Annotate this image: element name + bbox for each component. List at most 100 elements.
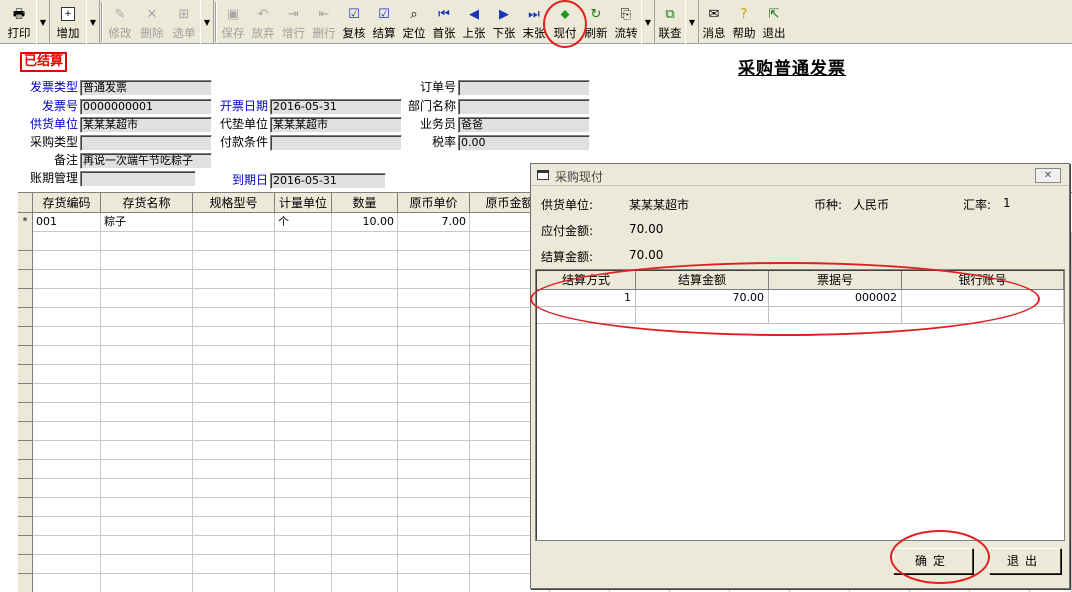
due-date-field[interactable]: 2016-05-31	[270, 173, 386, 189]
grid-cell[interactable]	[193, 422, 275, 441]
grid-cell[interactable]	[275, 346, 332, 365]
grid-cell[interactable]	[193, 574, 275, 592]
grid-cell[interactable]	[193, 460, 275, 479]
cell-bill-no[interactable]: 000002	[769, 290, 902, 307]
grid-cell[interactable]	[332, 346, 398, 365]
col-header-method[interactable]: 结算方式	[537, 271, 636, 290]
grid-cell[interactable]	[398, 460, 470, 479]
grid-cell[interactable]	[275, 327, 332, 346]
grid-cell[interactable]	[101, 308, 193, 327]
grid-cell[interactable]	[332, 327, 398, 346]
delete-row-button[interactable]: ⇤ 删行	[309, 0, 339, 44]
grid-cell[interactable]	[398, 441, 470, 460]
grid-cell[interactable]	[398, 232, 470, 251]
exit-button[interactable]: ⇱ 退出	[759, 0, 789, 44]
row-marker[interactable]	[18, 555, 33, 574]
review-button[interactable]: ☑ 复核	[339, 0, 369, 44]
settle-button[interactable]: ☑ 结算	[369, 0, 399, 44]
grid-cell[interactable]	[101, 384, 193, 403]
grid-cell[interactable]	[101, 498, 193, 517]
salesman-field[interactable]: 爸爸	[458, 117, 590, 133]
grid-cell[interactable]	[101, 574, 193, 592]
grid-cell[interactable]	[33, 517, 101, 536]
grid-cell[interactable]	[33, 479, 101, 498]
print-dropdown[interactable]: ▼	[36, 0, 50, 44]
next-button[interactable]: ▶ 下张	[489, 0, 519, 44]
edit-button[interactable]: ✎ 修改	[104, 0, 136, 44]
grid-cell[interactable]	[101, 365, 193, 384]
grid-cell[interactable]	[398, 289, 470, 308]
cell-code[interactable]: 001	[33, 213, 101, 232]
grid-cell[interactable]	[101, 536, 193, 555]
grid-cell[interactable]	[275, 270, 332, 289]
grid-cell[interactable]	[275, 460, 332, 479]
row-marker[interactable]	[18, 365, 33, 384]
message-button[interactable]: ✉ 消息	[699, 0, 729, 44]
invoice-type-field[interactable]: 普通发票	[80, 80, 212, 96]
grid-cell[interactable]	[398, 384, 470, 403]
row-marker[interactable]	[18, 308, 33, 327]
col-header-price[interactable]: 原币单价	[398, 193, 470, 213]
grid-cell[interactable]	[275, 289, 332, 308]
locate-button[interactable]: ⌕ 定位	[399, 0, 429, 44]
grid-cell[interactable]	[101, 479, 193, 498]
remark-field[interactable]: 再说一次端午节吃粽子	[80, 153, 212, 169]
grid-cell[interactable]	[33, 327, 101, 346]
grid-cell[interactable]	[332, 270, 398, 289]
grid-cell[interactable]	[33, 403, 101, 422]
grid-cell[interactable]	[275, 251, 332, 270]
col-header-name[interactable]: 存货名称	[101, 193, 193, 213]
grid-cell[interactable]	[193, 555, 275, 574]
grid-cell[interactable]	[101, 555, 193, 574]
row-marker[interactable]	[18, 441, 33, 460]
cell-method-empty[interactable]	[537, 307, 636, 324]
grid-cell[interactable]	[193, 308, 275, 327]
grid-cell[interactable]	[275, 479, 332, 498]
order-no-field[interactable]	[458, 80, 590, 96]
grid-cell[interactable]	[33, 232, 101, 251]
grid-cell[interactable]	[398, 403, 470, 422]
grid-cell[interactable]	[398, 555, 470, 574]
grid-cell[interactable]	[398, 479, 470, 498]
grid-cell[interactable]	[101, 251, 193, 270]
invoice-no-field[interactable]: 0000000001	[80, 99, 212, 115]
grid-cell[interactable]	[275, 441, 332, 460]
save-button[interactable]: ▣ 保存	[218, 0, 248, 44]
grid-cell[interactable]	[193, 365, 275, 384]
row-marker[interactable]	[18, 460, 33, 479]
grid-cell[interactable]	[193, 403, 275, 422]
row-marker[interactable]	[18, 574, 33, 592]
col-header-unit[interactable]: 计量单位	[275, 193, 332, 213]
grid-cell[interactable]	[101, 327, 193, 346]
grid-cell[interactable]	[33, 574, 101, 592]
cell-unit[interactable]: 个	[275, 213, 332, 232]
refresh-button[interactable]: ↻ 刷新	[581, 0, 611, 44]
close-button[interactable]: ✕	[1035, 168, 1061, 183]
grid-cell[interactable]	[33, 289, 101, 308]
row-marker[interactable]	[18, 536, 33, 555]
row-marker[interactable]	[18, 498, 33, 517]
grid-cell[interactable]	[101, 403, 193, 422]
select-button[interactable]: ⊞ 选单	[168, 0, 200, 44]
grid-cell[interactable]	[193, 270, 275, 289]
grid-cell[interactable]	[275, 422, 332, 441]
grid-cell[interactable]	[33, 555, 101, 574]
row-marker[interactable]	[18, 479, 33, 498]
grid-cell[interactable]	[193, 251, 275, 270]
grid-cell[interactable]	[33, 346, 101, 365]
grid-cell[interactable]	[332, 479, 398, 498]
col-header-qty[interactable]: 数量	[332, 193, 398, 213]
row-marker[interactable]	[18, 270, 33, 289]
col-header-spec[interactable]: 规格型号	[193, 193, 275, 213]
issue-date-field[interactable]: 2016-05-31	[270, 99, 402, 115]
grid-cell[interactable]	[398, 346, 470, 365]
col-header-bank-account[interactable]: 银行账号	[902, 271, 1064, 290]
last-button[interactable]: ⏭ 末张	[519, 0, 549, 44]
row-marker[interactable]	[18, 517, 33, 536]
department-field[interactable]	[458, 99, 590, 115]
grid-cell[interactable]	[101, 289, 193, 308]
row-marker[interactable]	[18, 327, 33, 346]
first-button[interactable]: ⏮ 首张	[429, 0, 459, 44]
grid-cell[interactable]	[275, 403, 332, 422]
grid-cell[interactable]	[332, 232, 398, 251]
